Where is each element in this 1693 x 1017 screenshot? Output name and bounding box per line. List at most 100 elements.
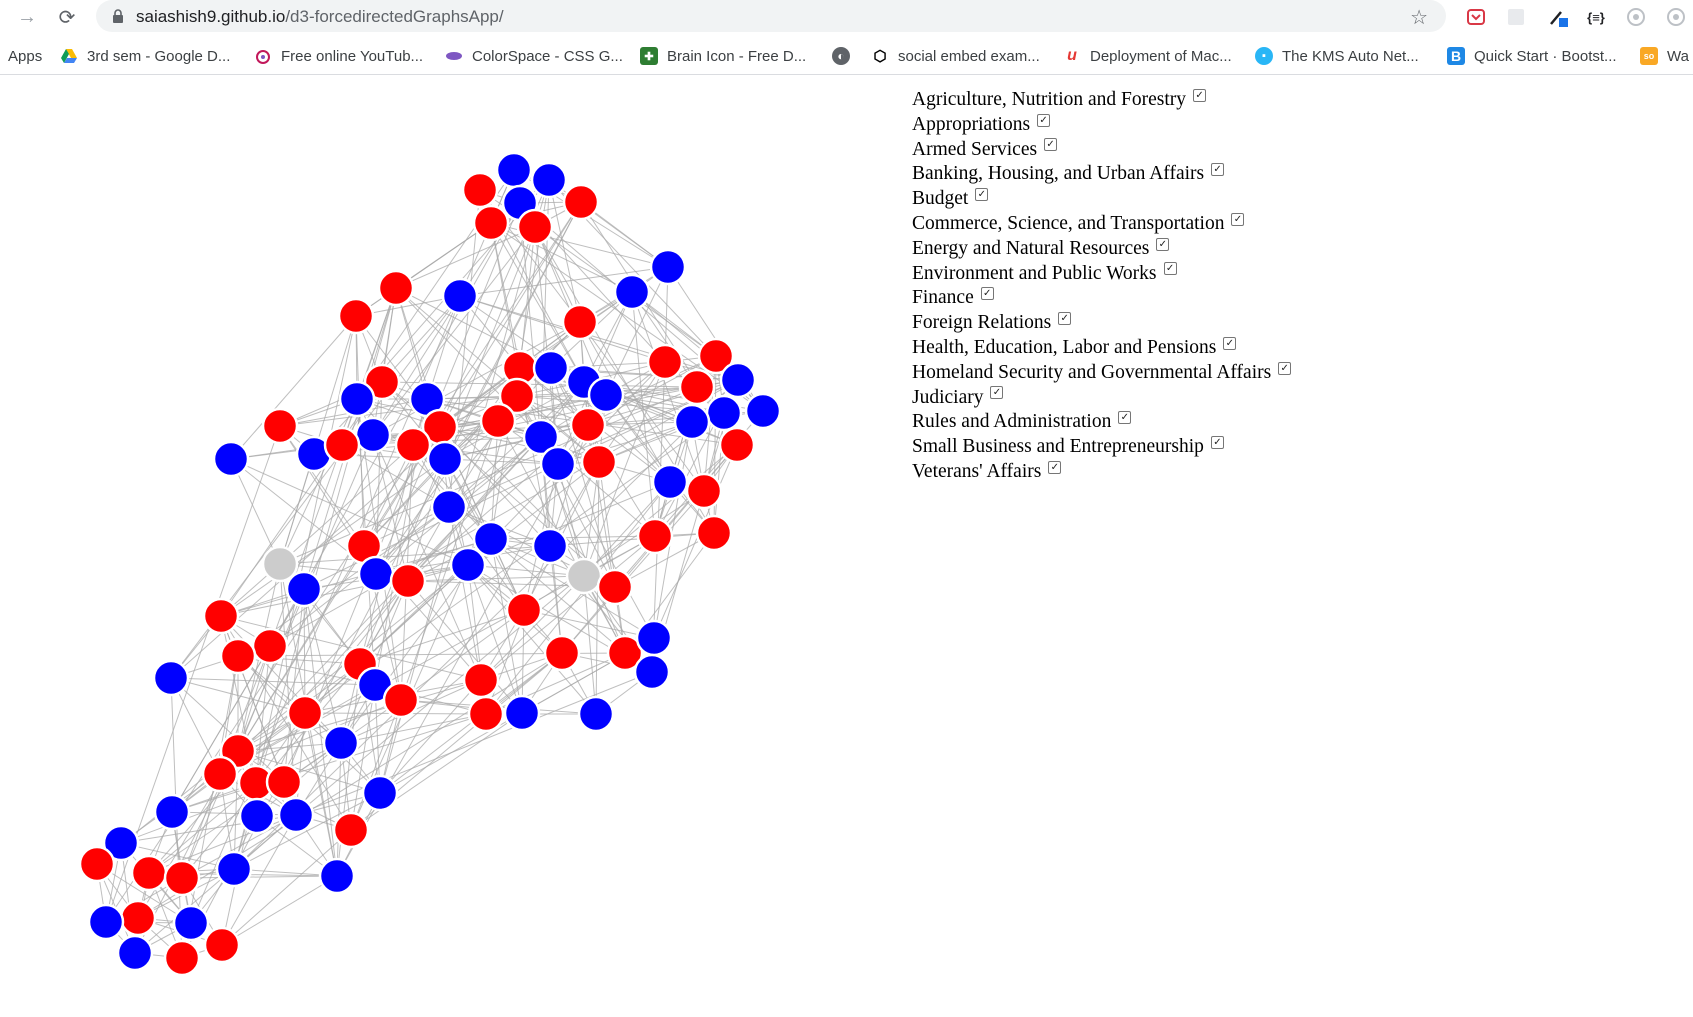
extension-circle-icon-2[interactable]: [1665, 6, 1687, 28]
committee-checkbox[interactable]: ✓: [1058, 312, 1072, 326]
red-node[interactable]: [78, 845, 116, 883]
blue-node[interactable]: [530, 161, 568, 199]
red-node[interactable]: [219, 637, 257, 675]
red-node[interactable]: [163, 939, 201, 977]
red-node[interactable]: [472, 204, 510, 242]
red-node[interactable]: [286, 694, 324, 732]
committee-checkbox[interactable]: ✓: [990, 386, 1004, 400]
red-node[interactable]: [394, 426, 432, 464]
committee-checkbox[interactable]: ✓: [1193, 88, 1207, 102]
committee-checkbox[interactable]: ✓: [980, 287, 994, 301]
blue-node[interactable]: [87, 903, 125, 941]
red-node[interactable]: [119, 899, 157, 937]
committee-checkbox[interactable]: ✓: [1223, 336, 1237, 350]
blue-node[interactable]: [172, 904, 210, 942]
red-node[interactable]: [251, 627, 289, 665]
red-node[interactable]: [467, 695, 505, 733]
blue-node[interactable]: [635, 619, 673, 657]
red-node[interactable]: [323, 426, 361, 464]
blue-node[interactable]: [426, 440, 464, 478]
blue-node[interactable]: [152, 659, 190, 697]
red-node[interactable]: [479, 402, 517, 440]
red-node[interactable]: [561, 303, 599, 341]
red-node[interactable]: [389, 562, 427, 600]
red-node[interactable]: [596, 568, 634, 606]
color-picker-extension-icon[interactable]: [1547, 6, 1569, 28]
blue-node[interactable]: [318, 857, 356, 895]
red-node[interactable]: [337, 297, 375, 335]
committee-checkbox[interactable]: ✓: [1044, 138, 1058, 152]
address-bar[interactable]: saiashish9.github.io/d3-forcedirectedGra…: [96, 0, 1446, 32]
blue-node[interactable]: [673, 403, 711, 441]
blue-node[interactable]: [354, 416, 392, 454]
committee-checkbox[interactable]: ✓: [975, 188, 989, 202]
red-node[interactable]: [377, 269, 415, 307]
committee-checkbox[interactable]: ✓: [1118, 411, 1132, 425]
committee-checkbox[interactable]: ✓: [1163, 262, 1177, 276]
red-node[interactable]: [695, 514, 733, 552]
blue-node[interactable]: [212, 440, 250, 478]
blue-node[interactable]: [361, 774, 399, 812]
red-node[interactable]: [203, 926, 241, 964]
blue-node[interactable]: [651, 463, 689, 501]
blue-node[interactable]: [744, 392, 782, 430]
bookmark-star-icon[interactable]: ☆: [1410, 5, 1428, 30]
gray-node[interactable]: [565, 557, 603, 595]
bookmark-kms-auto[interactable]: ▪ The KMS Auto Net...: [1255, 45, 1419, 67]
blue-node[interactable]: [503, 694, 541, 732]
committee-checkbox[interactable]: ✓: [1210, 436, 1224, 450]
blue-node[interactable]: [238, 797, 276, 835]
red-node[interactable]: [261, 407, 299, 445]
red-node[interactable]: [382, 681, 420, 719]
red-node[interactable]: [461, 171, 499, 209]
blue-node[interactable]: [719, 361, 757, 399]
blue-node[interactable]: [338, 380, 376, 418]
red-node[interactable]: [163, 859, 201, 897]
red-node[interactable]: [678, 368, 716, 406]
blue-node[interactable]: [495, 151, 533, 189]
force-directed-graph[interactable]: [0, 74, 900, 1017]
blue-node[interactable]: [153, 793, 191, 831]
bookmark-apps[interactable]: Apps: [8, 45, 42, 67]
red-node[interactable]: [202, 597, 240, 635]
blue-node[interactable]: [539, 445, 577, 483]
red-node[interactable]: [562, 183, 600, 221]
blue-node[interactable]: [322, 724, 360, 762]
blue-node[interactable]: [587, 376, 625, 414]
blue-node[interactable]: [633, 653, 671, 691]
committee-checkbox[interactable]: ✓: [1048, 460, 1062, 474]
red-node[interactable]: [646, 343, 684, 381]
blue-node[interactable]: [357, 555, 395, 593]
blue-node[interactable]: [613, 273, 651, 311]
blue-node[interactable]: [705, 394, 743, 432]
committee-checkbox[interactable]: ✓: [1231, 212, 1245, 226]
blue-node[interactable]: [532, 349, 570, 387]
red-node[interactable]: [130, 854, 168, 892]
committee-checkbox[interactable]: ✓: [1037, 113, 1051, 127]
bookmark-wa[interactable]: so Wa: [1640, 45, 1689, 67]
red-node[interactable]: [636, 517, 674, 555]
pocket-extension-icon[interactable]: [1465, 6, 1487, 28]
bookmark-codepen[interactable]: ⬡ social embed exam...: [871, 45, 1039, 67]
committee-checkbox[interactable]: ✓: [1278, 361, 1292, 375]
bookmark-colorspace[interactable]: ColorSpace - CSS G...: [445, 45, 623, 67]
extension-placeholder-icon[interactable]: [1505, 6, 1527, 28]
red-node[interactable]: [505, 591, 543, 629]
blue-node[interactable]: [116, 934, 154, 972]
json-extension-icon[interactable]: {≡}: [1585, 6, 1607, 28]
blue-node[interactable]: [449, 546, 487, 584]
committee-checkbox[interactable]: ✓: [1211, 163, 1225, 177]
red-node[interactable]: [516, 208, 554, 246]
blue-node[interactable]: [215, 850, 253, 888]
red-node[interactable]: [685, 472, 723, 510]
blue-node[interactable]: [430, 488, 468, 526]
red-node[interactable]: [580, 443, 618, 481]
red-node[interactable]: [332, 811, 370, 849]
blue-node[interactable]: [285, 570, 323, 608]
extension-circle-icon[interactable]: [1625, 6, 1647, 28]
bookmark-google-drive[interactable]: 3rd sem - Google D...: [60, 45, 230, 67]
red-node[interactable]: [569, 406, 607, 444]
blue-node[interactable]: [531, 527, 569, 565]
red-node[interactable]: [718, 426, 756, 464]
reload-icon[interactable]: ⟳: [54, 4, 80, 30]
